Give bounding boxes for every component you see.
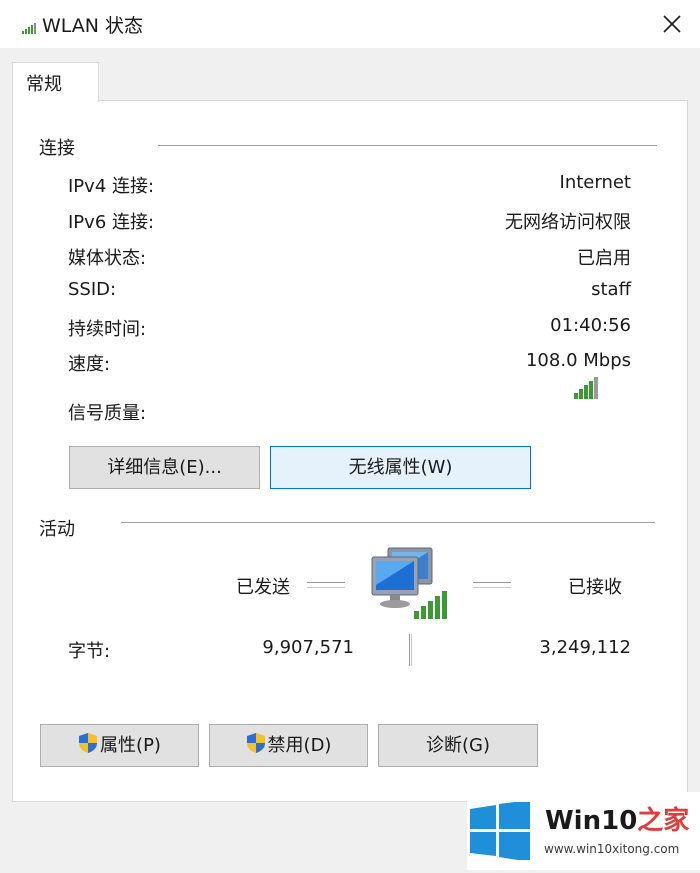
close-button[interactable]	[652, 4, 692, 44]
uac-shield-icon	[246, 733, 265, 753]
diagnose-button[interactable]: 诊断(G)	[378, 724, 538, 767]
duration-label: 持续时间:	[68, 319, 147, 340]
signal-bar	[589, 381, 593, 399]
watermark-title-zhijia: 之家	[637, 806, 690, 836]
tab-general-label: 常规	[26, 74, 62, 95]
signal-quality-label: 信号质量:	[68, 403, 147, 424]
watermark-url: www.win10xitong.com	[544, 842, 680, 856]
received-line	[473, 582, 511, 588]
wlan-signal-icon	[22, 23, 36, 34]
watermark-title: Win10之家	[545, 800, 689, 837]
activity-section-title: 活动	[39, 519, 75, 540]
speed-label: 速度:	[68, 354, 111, 375]
windows-logo-icon	[470, 802, 530, 860]
sent-line	[307, 582, 345, 588]
speed-value: 108.0 Mbps	[525, 350, 631, 371]
sent-label: 已发送	[236, 577, 290, 598]
duration-value: 01:40:56	[550, 315, 631, 336]
ipv6-value: 无网络访问权限	[505, 212, 631, 233]
wireless-properties-button[interactable]: 无线属性(W)	[270, 446, 531, 489]
bytes-sent-value: 9,907,571	[262, 637, 354, 658]
bytes-received-value: 3,249,112	[539, 637, 631, 658]
ipv6-label: IPv6 连接:	[68, 212, 155, 233]
signal-bar	[574, 393, 578, 399]
media-state-value: 已启用	[577, 248, 631, 269]
connection-separator	[158, 145, 657, 146]
tab-general[interactable]: 常规	[12, 62, 99, 102]
activity-divider	[409, 634, 412, 666]
watermark: Win10之家 www.win10xitong.com	[467, 792, 700, 870]
properties-button-label: 属性(P)	[100, 735, 161, 756]
watermark-title-win10: Win10	[545, 806, 638, 836]
ipv4-value: Internet	[559, 172, 631, 193]
network-computers-icon	[371, 547, 447, 619]
received-label: 已接收	[568, 577, 622, 598]
signal-bar	[594, 377, 598, 399]
ipv4-label: IPv4 连接:	[68, 176, 155, 197]
properties-button[interactable]: 属性(P)	[40, 724, 199, 767]
signal-bar	[584, 385, 588, 399]
signal-bar	[579, 389, 583, 399]
disable-button[interactable]: 禁用(D)	[209, 724, 368, 767]
disable-button-label: 禁用(D)	[267, 735, 332, 756]
activity-separator	[121, 522, 655, 523]
window-title: WLAN 状态	[42, 15, 144, 37]
signal-quality-icon	[574, 377, 598, 399]
ssid-value: staff	[591, 279, 631, 300]
title-bar: WLAN 状态	[0, 0, 700, 48]
media-state-label: 媒体状态:	[68, 248, 147, 269]
connection-section-title: 连接	[39, 138, 75, 159]
uac-shield-icon	[79, 733, 98, 753]
close-icon	[663, 15, 681, 33]
details-button[interactable]: 详细信息(E)...	[69, 446, 260, 489]
ssid-label: SSID:	[68, 279, 117, 300]
bytes-label: 字节:	[68, 641, 111, 662]
